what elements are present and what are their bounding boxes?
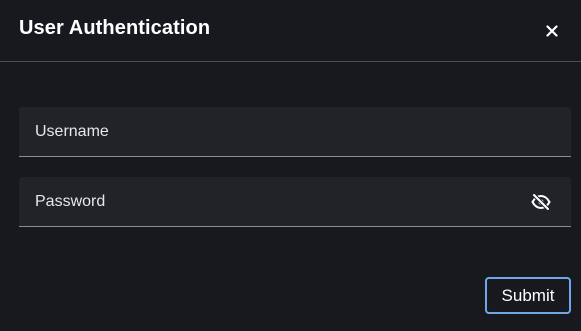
auth-dialog: User Authentication Username Password Su… [0, 0, 581, 331]
submit-button[interactable]: Submit [485, 277, 571, 314]
password-input[interactable] [19, 177, 571, 226]
eye-slash-icon [531, 194, 551, 210]
username-field[interactable]: Username [19, 107, 571, 157]
username-input[interactable] [19, 107, 571, 156]
close-icon [546, 25, 558, 37]
password-visibility-toggle[interactable] [529, 191, 553, 213]
dialog-header: User Authentication [0, 0, 581, 62]
password-field[interactable]: Password [19, 177, 571, 227]
close-button[interactable] [541, 20, 563, 42]
dialog-title: User Authentication [19, 17, 211, 39]
